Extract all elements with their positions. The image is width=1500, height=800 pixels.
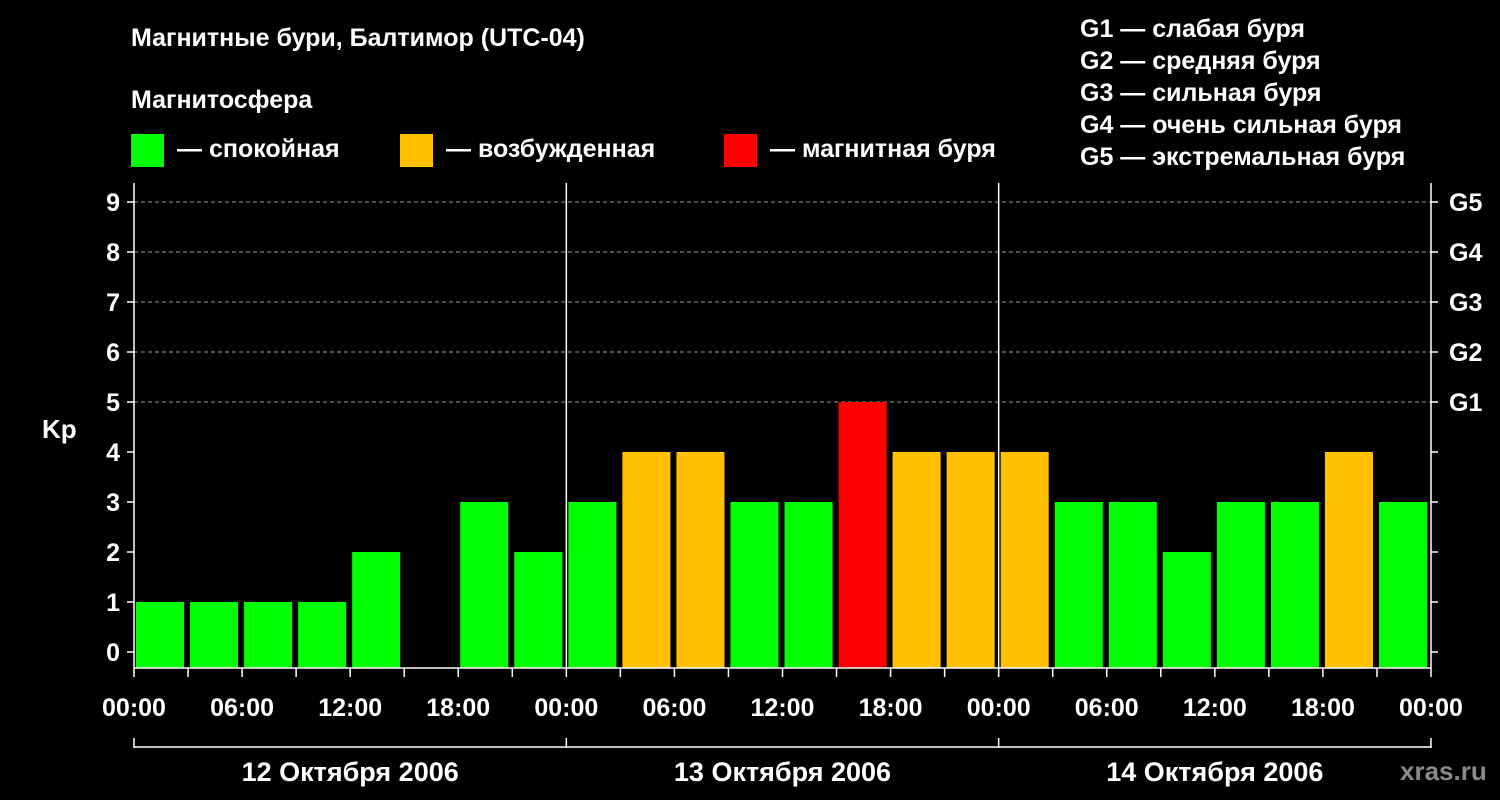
x-tick-label: 18:00 (859, 694, 923, 722)
x-tick-label: 00:00 (534, 694, 598, 722)
watermark: xras.ru (1400, 756, 1487, 786)
day-label: 14 Октября 2006 (1106, 757, 1323, 787)
kp-bar (1324, 452, 1373, 668)
y-tick-label: 7 (106, 289, 120, 317)
x-tick-label: 12:00 (318, 694, 382, 722)
g-scale-label: G2 (1449, 339, 1482, 367)
g-scale-label: G4 (1449, 239, 1482, 267)
y-tick-label: 8 (106, 239, 120, 267)
kp-bar (892, 452, 941, 668)
y-tick-label: 9 (106, 189, 120, 217)
day-label: 13 Октября 2006 (674, 757, 891, 787)
x-tick-label: 00:00 (1399, 694, 1463, 722)
x-tick-label: 00:00 (102, 694, 166, 722)
kp-bar (1378, 502, 1427, 668)
kp-bar (676, 452, 725, 668)
y-tick-label: 2 (106, 539, 120, 567)
kp-bar (298, 602, 347, 668)
y-tick-label: 6 (106, 339, 120, 367)
kp-bar (568, 502, 617, 668)
kp-bar (1216, 502, 1265, 668)
g-scale-label: G5 (1449, 189, 1482, 217)
kp-bar (136, 602, 185, 668)
y-tick-label: 0 (106, 639, 120, 667)
x-tick-label: 12:00 (751, 694, 815, 722)
kp-bar (622, 452, 671, 668)
kp-bar (1270, 502, 1319, 668)
kp-bar (460, 502, 509, 668)
x-tick-label: 18:00 (426, 694, 490, 722)
y-tick-label: 4 (106, 439, 120, 467)
kp-bar (190, 602, 239, 668)
y-axis-label: Kp (42, 414, 77, 444)
g-scale-label: G1 (1449, 389, 1482, 417)
x-tick-label: 06:00 (210, 694, 274, 722)
kp-bar (1108, 502, 1157, 668)
kp-bar (784, 502, 833, 668)
kp-bar (1000, 452, 1049, 668)
kp-bar (1054, 502, 1103, 668)
kp-bar (838, 402, 887, 668)
kp-bar (1162, 552, 1211, 668)
x-tick-label: 12:00 (1183, 694, 1247, 722)
day-label: 12 Октября 2006 (242, 757, 459, 787)
y-tick-label: 3 (106, 489, 120, 517)
kp-bar (514, 552, 563, 668)
x-tick-label: 00:00 (967, 694, 1031, 722)
kp-bar (244, 602, 293, 668)
x-tick-label: 18:00 (1291, 694, 1355, 722)
y-tick-label: 5 (106, 389, 120, 417)
kp-bar (352, 552, 401, 668)
x-tick-label: 06:00 (1075, 694, 1139, 722)
kp-bar (730, 502, 779, 668)
kp-bar-chart: 0 1 2 3 4 5 6 7 8 9 Kp G1 G2 G3 G4 G5 00:00 06:00 12:00 18:… (42, 183, 1482, 787)
x-tick-label: 06:00 (642, 694, 706, 722)
kp-bar (946, 452, 995, 668)
y-tick-label: 1 (106, 589, 120, 617)
g-scale-label: G3 (1449, 289, 1482, 317)
